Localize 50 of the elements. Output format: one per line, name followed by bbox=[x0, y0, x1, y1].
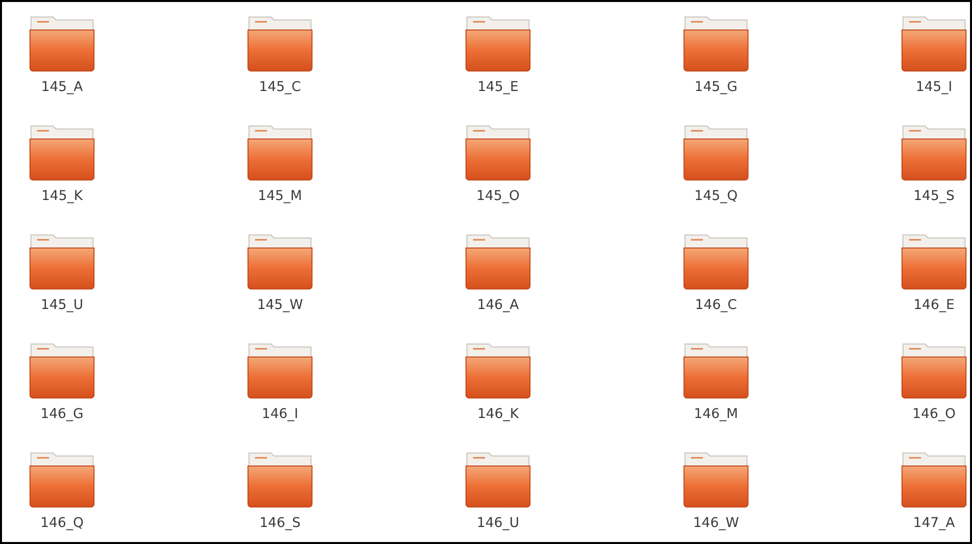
folder-name: 145_W bbox=[257, 296, 303, 314]
folder-name: 146_G bbox=[40, 405, 84, 423]
folder-name: 145_C bbox=[259, 78, 301, 96]
folder-icon[interactable] bbox=[901, 14, 967, 72]
folder-icon[interactable] bbox=[465, 123, 531, 181]
folder-name: 146_U bbox=[476, 514, 520, 532]
folder-name: 145_G bbox=[694, 78, 738, 96]
folder-name: 145_K bbox=[41, 187, 83, 205]
folder-name: 145_S bbox=[913, 187, 955, 205]
folder-icon[interactable] bbox=[29, 123, 95, 181]
folder-icon[interactable] bbox=[465, 14, 531, 72]
folder-name: 146_Q bbox=[40, 514, 84, 532]
folder-name: 145_M bbox=[258, 187, 302, 205]
folder-icon[interactable] bbox=[465, 341, 531, 399]
folder-icon[interactable] bbox=[247, 123, 313, 181]
folder-icon[interactable] bbox=[465, 232, 531, 290]
folder-icon[interactable] bbox=[901, 123, 967, 181]
folder-icon[interactable] bbox=[247, 232, 313, 290]
folder-name: 146_M bbox=[694, 405, 738, 423]
folder-name: 145_I bbox=[916, 78, 952, 96]
folder-name: 146_I bbox=[262, 405, 298, 423]
folder-icon[interactable] bbox=[683, 123, 749, 181]
folder-icon[interactable] bbox=[683, 232, 749, 290]
folder-name: 145_Q bbox=[694, 187, 738, 205]
folder-icon[interactable] bbox=[901, 450, 967, 508]
folder-icon[interactable] bbox=[29, 450, 95, 508]
folder-name: 146_C bbox=[695, 296, 737, 314]
folder-name: 146_O bbox=[912, 405, 956, 423]
folder-name: 146_K bbox=[477, 405, 519, 423]
folder-name: 145_O bbox=[476, 187, 520, 205]
folder-icon[interactable] bbox=[683, 14, 749, 72]
folder-name: 146_A bbox=[477, 296, 519, 314]
folder-icon[interactable] bbox=[901, 341, 967, 399]
folder-icon[interactable] bbox=[683, 450, 749, 508]
folder-name: 147_A bbox=[913, 514, 955, 532]
folder-icon[interactable] bbox=[247, 450, 313, 508]
folder-name: 146_S bbox=[259, 514, 301, 532]
folder-name: 145_U bbox=[40, 296, 84, 314]
folder-icon[interactable] bbox=[901, 232, 967, 290]
folder-name: 145_E bbox=[477, 78, 519, 96]
folder-icon[interactable] bbox=[29, 232, 95, 290]
folder-name: 146_W bbox=[693, 514, 739, 532]
folder-icon[interactable] bbox=[247, 14, 313, 72]
folder-icon[interactable] bbox=[29, 341, 95, 399]
folder-icon[interactable] bbox=[683, 341, 749, 399]
folder-icon[interactable] bbox=[465, 450, 531, 508]
folder-name: 146_E bbox=[913, 296, 955, 314]
folder-icon[interactable] bbox=[29, 14, 95, 72]
folder-name: 145_A bbox=[41, 78, 83, 96]
folder-icon[interactable] bbox=[247, 341, 313, 399]
